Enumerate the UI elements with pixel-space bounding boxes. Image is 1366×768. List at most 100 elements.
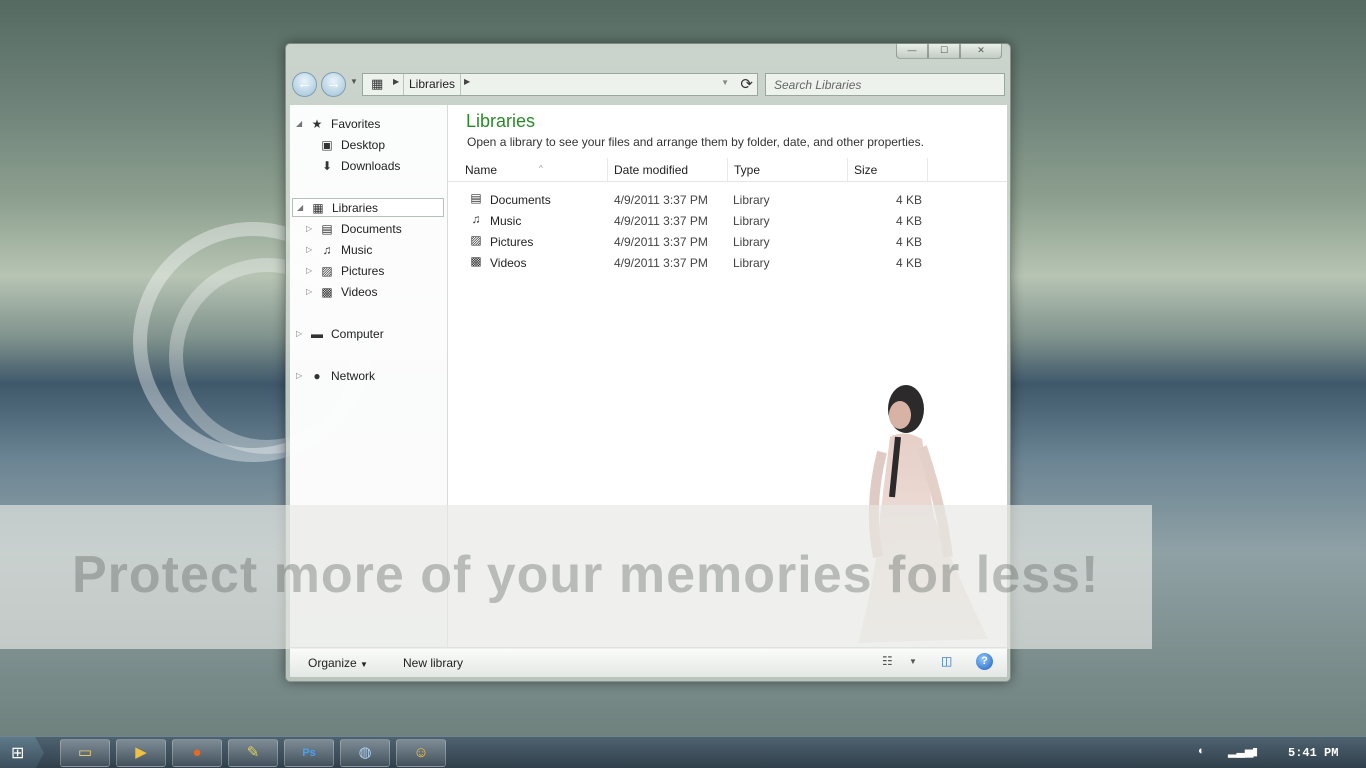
- star-icon: ★: [311, 116, 323, 131]
- organize-label: Organize: [308, 656, 357, 670]
- nav-label: Downloads: [341, 158, 401, 173]
- expand-icon[interactable]: ▷: [296, 329, 308, 338]
- column-label: Date modified: [614, 163, 689, 177]
- expand-icon[interactable]: ▷: [306, 266, 318, 275]
- column-name[interactable]: ^ Name: [459, 158, 608, 182]
- windows-logo-icon: ⊞: [11, 745, 25, 762]
- nav-item-desktop[interactable]: ▣ Desktop: [318, 135, 385, 154]
- column-label: Type: [734, 163, 761, 177]
- nav-label: Videos: [341, 284, 378, 299]
- nav-item-pictures[interactable]: ▷ ▨ Pictures: [306, 261, 384, 280]
- nav-libraries[interactable]: ◢ ▦ Libraries: [292, 198, 444, 217]
- taskbar-media-player-icon[interactable]: ▶: [116, 739, 166, 767]
- organize-button[interactable]: Organize ▼: [308, 656, 368, 670]
- collapse-icon[interactable]: ◢: [297, 203, 309, 212]
- clock[interactable]: 5:41 PM: [1288, 746, 1338, 760]
- breadcrumb-separator-icon[interactable]: ▶: [393, 77, 399, 86]
- close-button[interactable]: ✕: [960, 44, 1002, 59]
- forward-arrow-icon: →: [326, 75, 341, 92]
- file-date: 4/9/2011 3:37 PM: [614, 256, 708, 270]
- page-title: Libraries: [466, 111, 536, 131]
- caption-buttons: — ☐ ✕: [896, 44, 1002, 59]
- help-button[interactable]: ?: [976, 653, 993, 670]
- taskbar-paint-icon[interactable]: ◍: [340, 739, 390, 767]
- taskbar-tools-icon[interactable]: ✎: [228, 739, 278, 767]
- breadcrumb-libraries[interactable]: Libraries: [403, 74, 462, 95]
- expand-icon[interactable]: ▷: [306, 245, 318, 254]
- nav-label: Favorites: [331, 116, 381, 131]
- new-library-button[interactable]: New library: [403, 656, 463, 670]
- file-size: 4 KB: [895, 214, 922, 228]
- signal-icon[interactable]: ▂▃▅: [1228, 745, 1253, 758]
- file-type: Library: [733, 214, 770, 228]
- start-button[interactable]: ⊞: [0, 737, 44, 768]
- watermark-text: Protect more of your memories for less!: [72, 546, 1100, 604]
- address-dropdown-icon[interactable]: ▼: [721, 78, 729, 87]
- expand-icon[interactable]: ▷: [306, 224, 318, 233]
- sort-caret-icon: ^: [539, 164, 543, 173]
- column-label: Size: [854, 163, 878, 177]
- chevron-down-icon[interactable]: ▼: [909, 657, 917, 666]
- file-row-pictures[interactable]: ▨ Pictures 4/9/2011 3:37 PM Library 4 KB: [468, 231, 938, 251]
- column-header: ^ Name Date modified Type Size: [448, 158, 1007, 182]
- nav-label: Pictures: [341, 263, 385, 278]
- taskbar-messenger-icon[interactable]: ☺: [396, 739, 446, 767]
- minimize-button[interactable]: —: [896, 44, 928, 59]
- address-bar[interactable]: ▦ ▶ Libraries ▶ ▼ ⟳: [362, 73, 758, 96]
- search-input[interactable]: [765, 73, 1005, 96]
- power-icon[interactable]: ▮: [1252, 745, 1258, 758]
- forward-button[interactable]: →: [321, 72, 346, 97]
- nav-network[interactable]: ▷ ● Network: [296, 366, 375, 385]
- view-options-icon[interactable]: ☷: [882, 654, 893, 668]
- nav-favorites[interactable]: ◢ ★ Favorites: [296, 114, 380, 133]
- file-row-documents[interactable]: ▤ Documents 4/9/2011 3:37 PM Library 4 K…: [468, 189, 938, 209]
- file-date: 4/9/2011 3:37 PM: [614, 193, 708, 207]
- preview-pane-icon[interactable]: ◫: [941, 654, 952, 668]
- file-date: 4/9/2011 3:37 PM: [614, 235, 708, 249]
- libraries-icon: ▦: [371, 76, 384, 91]
- nav-label: Documents: [341, 221, 402, 236]
- documents-icon: ▤: [470, 191, 482, 205]
- back-arrow-icon: ←: [297, 75, 312, 92]
- toggle-icon[interactable]: ◐: [1198, 745, 1205, 757]
- file-size: 4 KB: [895, 235, 922, 249]
- file-row-videos[interactable]: ▩ Videos 4/9/2011 3:37 PM Library 4 KB: [468, 252, 938, 272]
- file-name: Music: [490, 214, 522, 228]
- expand-icon[interactable]: ▷: [306, 287, 318, 296]
- column-type[interactable]: Type: [728, 158, 848, 182]
- back-button[interactable]: ←: [292, 72, 317, 97]
- videos-icon: ▩: [321, 284, 333, 299]
- videos-icon: ▩: [470, 254, 482, 268]
- nav-item-music[interactable]: ▷ ♫ Music: [306, 240, 372, 259]
- pictures-icon: ▨: [470, 233, 482, 247]
- music-icon: ♫: [471, 212, 481, 226]
- file-size: 4 KB: [895, 256, 922, 270]
- collapse-icon[interactable]: ◢: [296, 119, 308, 128]
- nav-item-downloads[interactable]: ⬇ Downloads: [318, 156, 400, 175]
- maximize-button[interactable]: ☐: [928, 44, 960, 59]
- column-date-modified[interactable]: Date modified: [608, 158, 728, 182]
- recent-pages-chevron-icon[interactable]: ▼: [350, 77, 358, 86]
- taskbar-photoshop-icon[interactable]: Ps: [284, 739, 334, 767]
- file-name: Documents: [490, 193, 551, 207]
- page-subtitle: Open a library to see your files and arr…: [467, 135, 924, 149]
- taskbar: ⊞ ▭ ▶ ● ✎ Ps ◍ ☺ ◐ ▂▃▅ ▮ 5:41 PM: [0, 736, 1366, 768]
- nav-item-documents[interactable]: ▷ ▤ Documents: [306, 219, 402, 238]
- nav-computer[interactable]: ▷ ▬ Computer: [296, 324, 384, 343]
- breadcrumb-separator-icon[interactable]: ▶: [464, 77, 470, 86]
- taskbar-explorer-icon[interactable]: ▭: [60, 739, 110, 767]
- expand-icon[interactable]: ▷: [296, 371, 308, 380]
- network-icon: ●: [313, 368, 321, 383]
- file-date: 4/9/2011 3:37 PM: [614, 214, 708, 228]
- file-row-music[interactable]: ♫ Music 4/9/2011 3:37 PM Library 4 KB: [468, 210, 938, 230]
- music-icon: ♫: [322, 242, 332, 257]
- refresh-icon[interactable]: ⟳: [740, 75, 753, 93]
- nav-label: Desktop: [341, 137, 386, 152]
- nav-item-videos[interactable]: ▷ ▩ Videos: [306, 282, 377, 301]
- column-label: Name: [465, 163, 498, 177]
- download-icon: ⬇: [321, 158, 333, 173]
- file-type: Library: [733, 193, 770, 207]
- column-size[interactable]: Size: [848, 158, 928, 182]
- desktop-icon: ▣: [321, 137, 333, 152]
- taskbar-firefox-icon[interactable]: ●: [172, 739, 222, 767]
